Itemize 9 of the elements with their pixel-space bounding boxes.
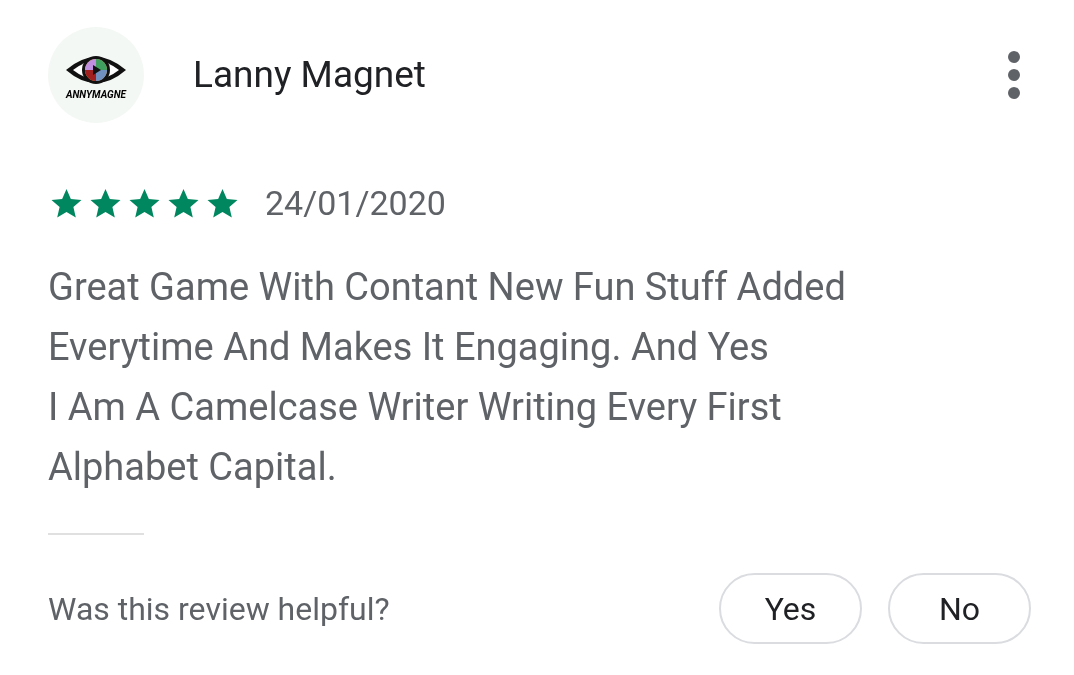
vote-button[interactable]: No <box>888 573 1031 644</box>
review-text: Great Game With Contant New Fun Stuff Added Everytime And Makes It Engaging. And Yes <box>48 264 847 371</box>
reviewer-name: Lanny Magnet <box>193 52 426 99</box>
helpful-question: Was this review helpful? <box>48 588 390 630</box>
review-text: I Am A Camelcase Writer Writing Every First Alphabet Capital. <box>48 384 783 491</box>
review-date: 24/01/2020 <box>265 182 446 225</box>
logo-text: ANNYMAGNE <box>66 90 126 100</box>
more-options-icon[interactable] <box>1006 49 1022 101</box>
vote-button[interactable]: Yes <box>719 573 862 644</box>
